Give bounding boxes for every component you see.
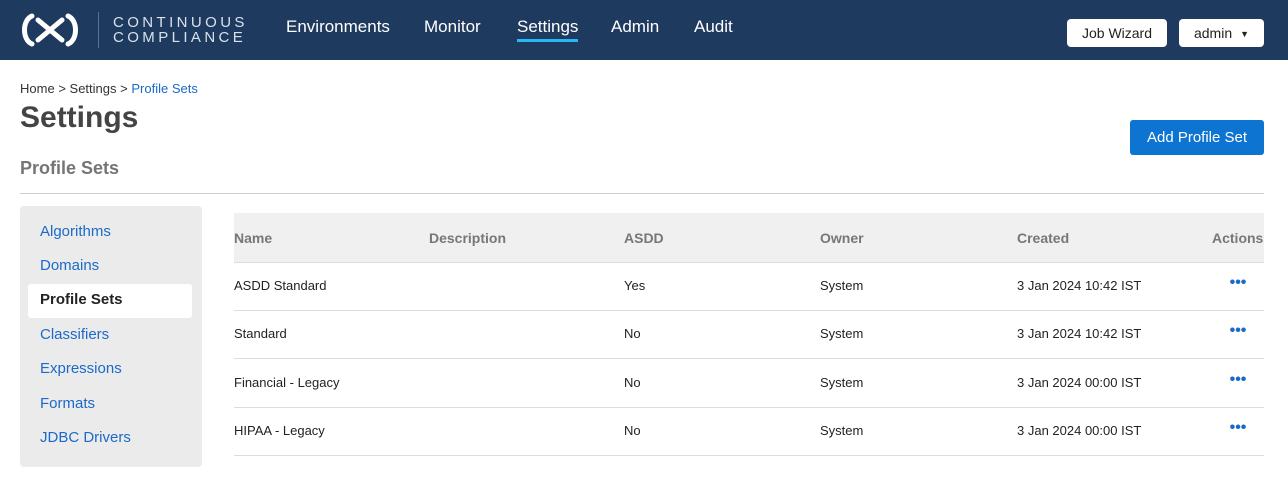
breadcrumb-separator: >: [120, 81, 128, 96]
breadcrumb-home[interactable]: Home: [20, 81, 55, 96]
nav-monitor[interactable]: Monitor: [424, 17, 481, 37]
cell-owner: System: [820, 326, 864, 341]
column-header-owner[interactable]: Owner: [820, 230, 864, 246]
sidebar-item-expressions[interactable]: Expressions: [28, 353, 192, 387]
user-name: admin: [1193, 25, 1233, 41]
profile-sets-table: Name Description ASDD Owner Created Acti…: [234, 213, 1264, 477]
caret-down-icon: ▼: [1240, 29, 1250, 39]
cell-asdd: No: [624, 375, 641, 390]
column-header-name[interactable]: Name: [234, 230, 272, 246]
nav-audit[interactable]: Audit: [694, 17, 733, 37]
sidebar-item-domains[interactable]: Domains: [28, 250, 192, 284]
user-menu-button[interactable]: admin ▼: [1179, 19, 1264, 47]
job-wizard-button[interactable]: Job Wizard: [1067, 19, 1167, 47]
settings-sidebar: Algorithms Domains Profile Sets Classifi…: [20, 206, 202, 467]
breadcrumb-separator: >: [58, 81, 66, 96]
more-actions-icon[interactable]: •••: [1228, 273, 1248, 293]
sidebar-item-jdbc-drivers[interactable]: JDBC Drivers: [28, 422, 192, 456]
cell-created: 3 Jan 2024 10:42 IST: [1017, 326, 1142, 341]
column-header-description[interactable]: Description: [429, 230, 506, 246]
table-header: Name Description ASDD Owner Created Acti…: [234, 213, 1264, 263]
sidebar-item-algorithms[interactable]: Algorithms: [28, 216, 192, 250]
cell-asdd: Yes: [624, 278, 646, 293]
cell-asdd: No: [624, 326, 641, 341]
add-profile-set-button[interactable]: Add Profile Set: [1130, 120, 1264, 155]
more-actions-icon[interactable]: •••: [1228, 418, 1248, 438]
table-row[interactable]: Standard No System 3 Jan 2024 10:42 IST …: [234, 311, 1264, 359]
header-divider: [20, 193, 1264, 194]
cell-created: 3 Jan 2024 10:42 IST: [1017, 278, 1142, 293]
section-title: Profile Sets: [20, 158, 120, 178]
table-row[interactable]: HIPAA - Legacy No System 3 Jan 2024 00:0…: [234, 408, 1264, 456]
cell-owner: System: [820, 278, 864, 293]
cell-owner: System: [820, 375, 864, 390]
cell-created: 3 Jan 2024 00:00 IST: [1017, 375, 1142, 390]
more-actions-icon[interactable]: •••: [1228, 370, 1248, 390]
logo-divider: [98, 12, 99, 48]
brand-line-2: COMPLIANCE: [113, 29, 247, 46]
cell-created: 3 Jan 2024 00:00 IST: [1017, 423, 1142, 438]
column-header-actions: Actions: [1212, 230, 1264, 246]
cell-name: Standard: [234, 326, 287, 341]
nav-settings[interactable]: Settings: [517, 17, 579, 42]
nav-environments[interactable]: Environments: [286, 17, 390, 37]
breadcrumb-current[interactable]: Profile Sets: [131, 81, 197, 96]
sidebar-item-classifiers[interactable]: Classifiers: [28, 319, 192, 353]
nav-admin[interactable]: Admin: [611, 17, 659, 37]
cell-name: HIPAA - Legacy: [234, 423, 325, 438]
sidebar-item-formats[interactable]: Formats: [28, 388, 192, 422]
brand-line-1: CONTINUOUS: [113, 14, 248, 31]
cell-asdd: No: [624, 423, 641, 438]
breadcrumb: Home > Settings > Profile Sets: [20, 81, 198, 96]
column-header-asdd[interactable]: ASDD: [624, 230, 664, 246]
cell-owner: System: [820, 423, 864, 438]
brand-wordmark: CONTINUOUS COMPLIANCE: [113, 15, 248, 45]
top-navigation-bar: CONTINUOUS COMPLIANCE Environments Monit…: [0, 0, 1288, 60]
sidebar-item-profile-sets[interactable]: Profile Sets: [28, 284, 192, 318]
cell-name: ASDD Standard: [234, 278, 327, 293]
table-row[interactable]: Financial - Legacy No System 3 Jan 2024 …: [234, 360, 1264, 408]
table-row[interactable]: ASDD Standard Yes System 3 Jan 2024 10:4…: [234, 263, 1264, 311]
breadcrumb-settings[interactable]: Settings: [70, 81, 117, 96]
brand-logo-icon[interactable]: [18, 10, 82, 50]
column-header-created[interactable]: Created: [1017, 230, 1069, 246]
cell-name: Financial - Legacy: [234, 375, 340, 390]
page-title: Settings: [20, 101, 139, 134]
more-actions-icon[interactable]: •••: [1228, 321, 1248, 341]
